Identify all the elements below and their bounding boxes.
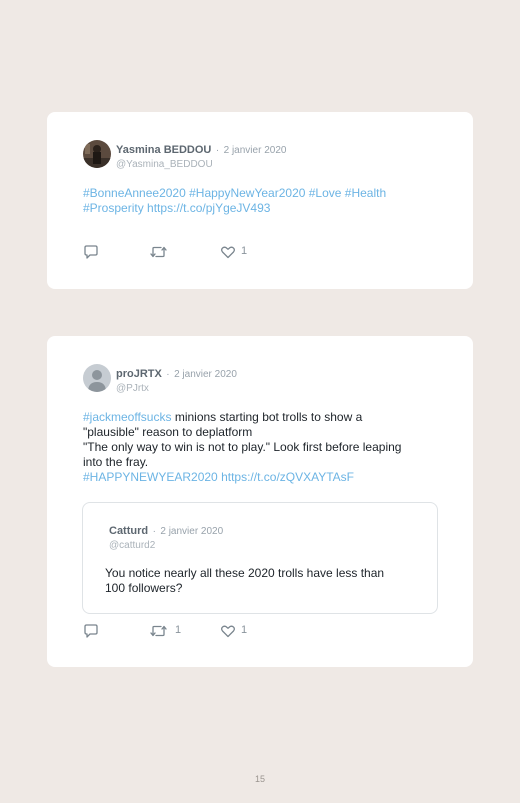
reply-icon[interactable]: [83, 244, 99, 260]
author-name[interactable]: proJRTX: [116, 368, 162, 380]
url-link[interactable]: https://t.co/pjYgeJV493: [147, 201, 270, 215]
tweet-card: Yasmina BEDDOU · 2 janvier 2020 @Yasmina…: [47, 112, 473, 289]
tweet-card: proJRTX · 2 janvier 2020 @PJrtx #jackmeo…: [47, 336, 473, 667]
quoted-tweet-date[interactable]: 2 janvier 2020: [160, 526, 223, 537]
hashtag-link[interactable]: #HAPPYNEWYEAR2020: [83, 470, 218, 484]
tweet-text: #BonneAnnee2020 #HappyNewYear2020 #Love …: [83, 186, 453, 216]
author-handle[interactable]: @Yasmina_BEDDOU: [116, 159, 286, 170]
retweet-icon[interactable]: [150, 244, 167, 260]
avatar[interactable]: [83, 364, 111, 392]
url-link[interactable]: https://t.co/zQVXAYTAsF: [221, 470, 354, 484]
page-number: 15: [254, 774, 265, 784]
tweet-actions: 1 1: [83, 623, 283, 639]
quoted-tweet-text: You notice nearly all these 2020 trolls …: [105, 566, 425, 596]
tweet-text-line: "plausible" reason to deplatform: [83, 425, 253, 439]
reply-icon[interactable]: [83, 623, 99, 639]
quoted-author-name[interactable]: Catturd: [109, 525, 148, 537]
avatar[interactable]: [83, 140, 111, 168]
tweet-text: #jackmeoffsucks minions starting bot tro…: [83, 410, 453, 485]
hashtag-link[interactable]: #jackmeoffsucks: [83, 410, 171, 424]
tweet-actions: 1: [83, 244, 283, 260]
hashtag-link[interactable]: #Prosperity: [83, 201, 144, 215]
like-count: 1: [241, 624, 248, 636]
author-name[interactable]: Yasmina BEDDOU: [116, 144, 211, 156]
tweet-date[interactable]: 2 janvier 2020: [174, 369, 237, 380]
like-count: 1: [241, 245, 248, 257]
tweet-text-line: You notice nearly all these 2020 trolls …: [105, 566, 385, 580]
author-handle[interactable]: @PJrtx: [116, 383, 237, 394]
separator: ·: [215, 145, 220, 156]
quoted-author-handle[interactable]: @catturd2: [109, 540, 223, 551]
tweet-text-line: "The only way to win is not to play." Lo…: [83, 440, 402, 454]
quoted-tweet[interactable]: Catturd · 2 janvier 2020 @catturd2 You n…: [82, 502, 438, 614]
tweet-date[interactable]: 2 janvier 2020: [224, 145, 287, 156]
retweet-icon[interactable]: [150, 623, 167, 639]
tweet-text-line: minions starting bot trolls to show a: [171, 410, 363, 424]
heart-icon[interactable]: [220, 244, 236, 260]
separator: ·: [152, 526, 156, 537]
hashtag-link[interactable]: #BonneAnnee2020 #HappyNewYear2020 #Love …: [83, 186, 386, 200]
separator: ·: [166, 369, 170, 380]
tweet-text-line: 100 followers?: [105, 581, 183, 595]
heart-icon[interactable]: [220, 623, 236, 639]
tweet-text-line: into the fray.: [83, 455, 149, 469]
retweet-count: 1: [175, 624, 182, 636]
